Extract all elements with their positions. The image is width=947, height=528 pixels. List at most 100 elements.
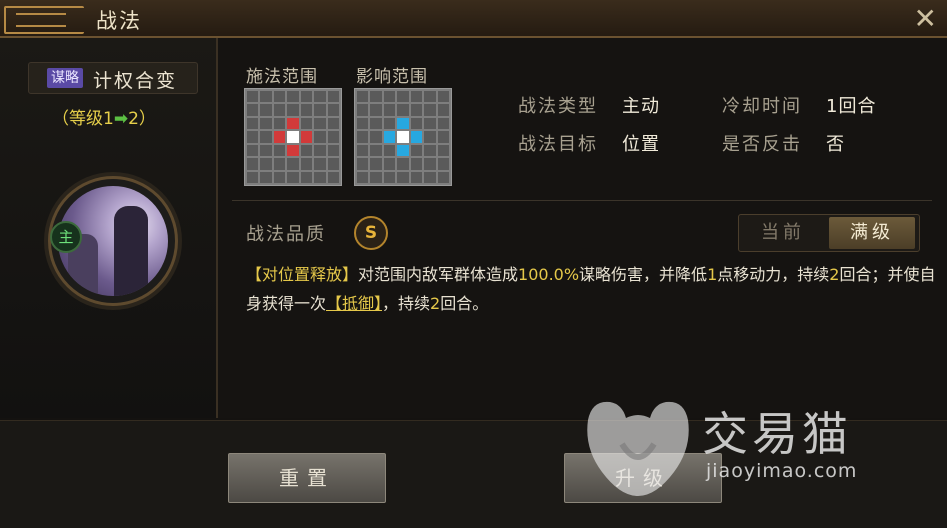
counter-label: 是否反击 [722, 134, 802, 155]
grid-cell [410, 131, 423, 143]
skill-type-value: 主动 [622, 96, 660, 117]
grid-cell [370, 158, 382, 170]
grid-cell [397, 171, 409, 183]
tab-current[interactable]: 当前 [739, 215, 827, 251]
skill-target-label: 战法目标 [518, 134, 598, 155]
grid-cell [437, 158, 449, 170]
grid-cell [314, 144, 326, 157]
grid-cell [300, 91, 313, 103]
cooldown-label: 冷却时间 [722, 96, 802, 117]
quality-label: 战法品质 [246, 224, 326, 245]
grid-cell [327, 171, 339, 183]
grid-cell [314, 158, 326, 170]
level-from: 等级1 [69, 109, 114, 129]
close-icon[interactable]: ✕ [914, 2, 937, 35]
grid-cell [424, 171, 436, 183]
grid-cell [260, 104, 272, 116]
status-effect-link[interactable]: 【抵御】 [326, 294, 382, 313]
grid-cell [300, 104, 313, 116]
grid-cell [247, 158, 259, 170]
grid-cell [370, 104, 382, 116]
grid-cell [327, 158, 339, 170]
grid-cell [397, 144, 409, 157]
watermark-cn: 交易猫 [702, 407, 852, 461]
grid-cell [397, 91, 409, 103]
grid-cell [314, 131, 326, 143]
grid-cell [273, 91, 286, 103]
tab-max-level[interactable]: 满级 [829, 217, 915, 249]
grid-cell [410, 117, 423, 130]
quality-badge: S [354, 216, 388, 250]
grid-cell [247, 104, 259, 116]
grid-cell [273, 158, 286, 170]
grid-cell [383, 104, 396, 116]
grid-cell [247, 117, 259, 130]
grid-cell [424, 104, 436, 116]
level-to: 2 [128, 109, 139, 129]
grid-cell [357, 144, 369, 157]
level-change: （等级1➡2） [52, 109, 156, 129]
skill-name: 计权合变 [93, 70, 178, 92]
grid-cell [260, 158, 272, 170]
grid-cell [314, 91, 326, 103]
cast-range-grid [244, 88, 342, 186]
grid-cell [437, 144, 449, 157]
grid-cell [357, 131, 369, 143]
grid-cell [300, 144, 313, 157]
grid-cell [300, 158, 313, 170]
grid-cell [327, 91, 339, 103]
skill-summary-panel: 谋略 计权合变 （等级1➡2） 主 [0, 38, 218, 418]
grid-cell [327, 144, 339, 157]
grid-cell [273, 104, 286, 116]
arrow-right-icon: ➡ [113, 109, 129, 129]
grid-cell [327, 117, 339, 130]
main-skill-badge: 主 [50, 221, 82, 253]
grid-cell [327, 131, 339, 143]
skill-detail-panel: 施法范围 影响范围 战法类型 主动 冷却时间 1回合 战法目标 位置 是否反击 … [218, 38, 947, 418]
reset-button[interactable]: 重置 [228, 453, 386, 503]
grid-cell [410, 91, 423, 103]
grid-cell [370, 144, 382, 157]
grid-cell [273, 117, 286, 130]
effect-range-grid [354, 88, 452, 186]
grid-cell [273, 171, 286, 183]
grid-cell [314, 117, 326, 130]
grid-cell [437, 171, 449, 183]
grid-cell [370, 117, 382, 130]
grid-cell [260, 91, 272, 103]
grid-cell [437, 117, 449, 130]
grid-cell [357, 117, 369, 130]
grid-cell [437, 104, 449, 116]
cat-logo-icon [587, 401, 689, 496]
grid-cell [370, 91, 382, 103]
grid-cell [260, 131, 272, 143]
grid-cell [437, 91, 449, 103]
skill-name-box: 谋略 计权合变 [28, 62, 198, 94]
grid-cell [287, 104, 299, 116]
grid-cell [383, 131, 396, 143]
skill-description: 【对位置释放】对范围内敌军群体造成100.0%谋略伤害，并降低1点移动力，持续2… [246, 265, 936, 313]
grid-cell [287, 171, 299, 183]
grid-cell [273, 131, 286, 143]
grid-cell [424, 117, 436, 130]
cooldown-value: 1回合 [826, 96, 877, 117]
level-toggle: 当前 满级 [738, 214, 920, 252]
cast-range-title: 施法范围 [246, 67, 318, 87]
grid-cell [424, 144, 436, 157]
grid-cell [370, 171, 382, 183]
figure-silhouette [114, 206, 148, 296]
watermark: 交易猫 jiaoyimao.com [582, 392, 902, 502]
counter-value: 否 [826, 134, 845, 155]
title-bar: 战法 ✕ [0, 0, 947, 38]
divider [232, 200, 932, 201]
grid-cell [370, 131, 382, 143]
grid-cell [300, 131, 313, 143]
grid-cell [247, 171, 259, 183]
grid-cell [247, 144, 259, 157]
grid-cell [287, 144, 299, 157]
grid-cell [247, 131, 259, 143]
window-title: 战法 [96, 9, 142, 33]
grid-cell [314, 104, 326, 116]
grid-cell [383, 171, 396, 183]
grid-cell [397, 158, 409, 170]
